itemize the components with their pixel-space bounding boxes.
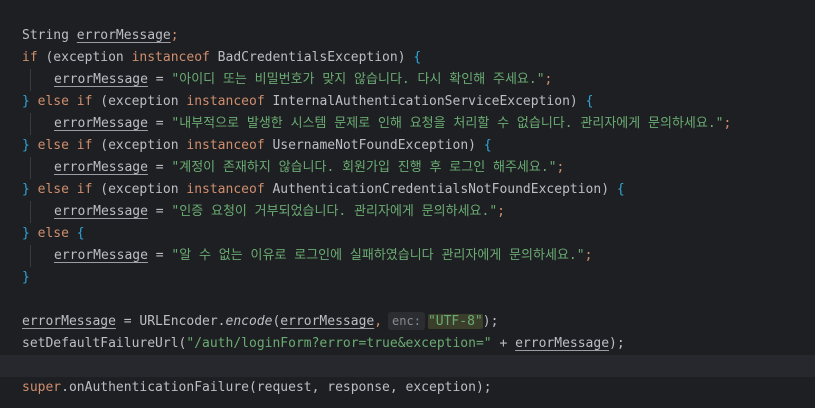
assign-operator: = [147,204,172,219]
open-brace: { [76,226,85,241]
variable-token: errorMessage [22,314,116,329]
method-call: setDefaultFailureUrl( [22,336,187,351]
code-line-8[interactable]: } else if (exception instanceof Authenti… [0,179,815,201]
else-keyword: else [29,138,77,153]
indent-guide [30,157,31,179]
semicolon: ; [556,160,565,175]
method-name: encode [225,314,273,329]
code-line-1[interactable]: String errorMessage; [0,25,815,47]
open-brace: { [483,138,492,153]
code-line-11[interactable]: errorMessage = "알 수 없는 이유로 로그인에 실패하였습니다 … [0,245,815,267]
instanceof-keyword: instanceof [186,138,265,153]
string-literal: "인증 요청이 거부되었습니다. 관리자에게 문의하세요." [171,204,498,219]
close-brace: } [22,138,30,153]
code-line-4[interactable]: } else if (exception instanceof Internal… [0,91,815,113]
close-brace: } [22,270,30,285]
argument-token: errorMessage [280,314,375,329]
variable-token: errorMessage [54,248,148,263]
instanceof-keyword: instanceof [131,50,210,65]
parameter-hint: enc: [388,312,425,330]
if-keyword: if [76,94,93,109]
assign-operator: = [147,248,172,263]
assign-operator: = [147,116,172,131]
variable-token: errorMessage [515,336,610,351]
code-line-3[interactable]: errorMessage = "아이디 또는 비밀번호가 맞지 않습니다. 다시… [0,69,815,91]
indent-guide [30,69,31,91]
else-keyword: else [29,182,77,197]
variable-token: errorMessage [54,72,148,87]
condition-open: (exception [92,182,187,197]
semicolon: ; [723,116,732,131]
else-keyword: else [29,226,77,241]
code-line-7[interactable]: errorMessage = "계정이 존재하지 않습니다. 회원가입 진행 후… [0,157,815,179]
open-brace: { [585,94,594,109]
open-brace: { [413,50,422,65]
indent-guide [30,113,31,135]
code-line-5[interactable]: errorMessage = "내부적으로 발생한 시스템 문제로 인해 요청을… [0,113,815,135]
code-line-10[interactable]: } else { [0,223,815,245]
semicolon: ; [584,248,593,263]
string-literal: "알 수 없는 이유로 로그인에 실패하였습니다 관리자에게 문의하세요." [171,248,585,263]
close-brace: } [22,226,30,241]
code-editor[interactable]: String errorMessage; if (exception insta… [0,0,815,408]
condition-open: (exception [92,138,187,153]
semicolon: ; [170,28,179,43]
if-keyword: if [22,50,38,65]
string-literal: "아이디 또는 비밀번호가 맞지 않습니다. 다시 확인해 주세요." [171,72,545,87]
condition-open: (exception [92,94,187,109]
class-name: InternalAuthenticationServiceException) [264,94,586,109]
close-brace: } [22,182,30,197]
if-keyword: if [76,182,93,197]
if-keyword: if [76,138,93,153]
variable-token: errorMessage [54,160,148,175]
code-line-12[interactable]: } [0,267,815,289]
indent-guide [30,245,31,267]
string-literal: "내부적으로 발생한 시스템 문제로 인해 요청을 처리할 수 없습니다. 관리… [171,116,724,131]
semicolon: ; [497,204,505,219]
comma: , [374,314,383,329]
code-line-17[interactable]: super.onAuthenticationFailure(request, r… [0,377,815,399]
string-literal: "계정이 존재하지 않습니다. 회원가입 진행 후 로그인 해주세요." [171,160,557,175]
variable-token: errorMessage [54,204,148,219]
code-line-6[interactable]: } else if (exception instanceof Username… [0,135,815,157]
class-name: UsernameNotFoundException) [264,138,484,153]
plus-operator: + [491,336,516,351]
code-line-15[interactable]: setDefaultFailureUrl("/auth/loginForm?er… [0,333,815,355]
code-line-9[interactable]: errorMessage = "인증 요청이 거부되었습니다. 관리자에게 문의… [0,201,815,223]
variable-token: errorMessage [76,28,171,43]
close-paren: ); [609,336,625,351]
instanceof-keyword: instanceof [186,182,265,197]
close-paren: ); [482,314,499,329]
instanceof-keyword: instanceof [186,94,265,109]
type-token: String [22,28,69,43]
code-line-13[interactable] [0,289,815,311]
assign-operator: = [147,72,172,87]
super-keyword: super [22,380,62,395]
string-literal: "/auth/loginForm?error=true&exception=" [186,336,492,351]
semicolon: ; [544,72,553,87]
variable-token: errorMessage [54,116,148,131]
else-keyword: else [29,94,77,109]
code-line-2[interactable]: if (exception instanceof BadCredentialsE… [0,47,815,69]
method-call: .onAuthenticationFailure(request, respon… [61,380,492,395]
class-name: AuthenticationCredentialsNotFoundExcepti… [264,182,617,197]
open-brace: { [616,182,625,197]
code-line-16-current[interactable] [0,355,815,377]
condition-open: (exception [37,50,132,65]
close-brace: } [22,94,30,109]
assign-operator: = URLEncoder. [115,314,226,329]
indent-guide [30,201,31,223]
code-line-14[interactable]: errorMessage = URLEncoder.encode(errorMe… [0,311,815,333]
string-literal: "UTF-8" [427,314,483,329]
assign-operator: = [147,160,172,175]
class-name: BadCredentialsException) [209,50,414,65]
